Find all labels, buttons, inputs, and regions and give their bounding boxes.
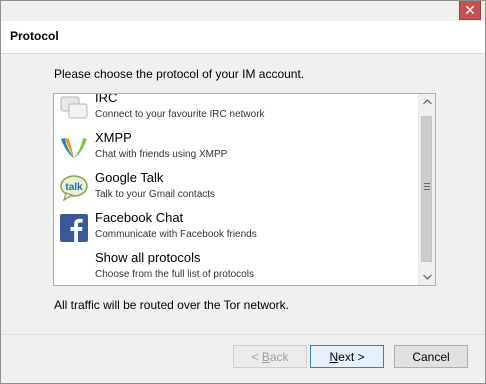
protocol-list[interactable]: IRC Connect to your favourite IRC networ… (53, 93, 436, 286)
protocol-description: Communicate with Facebook friends (95, 229, 257, 240)
list-item-google-talk[interactable]: talk Google Talk Talk to your Gmail cont… (54, 170, 420, 210)
back-accesskey: B (261, 349, 270, 364)
google-talk-icon: talk (60, 175, 88, 202)
scroll-thumb[interactable] (421, 116, 432, 262)
dialog-header: Protocol (1, 21, 485, 54)
protocol-name: Show all protocols (95, 250, 201, 265)
list-item-facebook-chat[interactable]: Facebook Chat Communicate with Facebook … (54, 210, 420, 250)
back-button[interactable]: < Back (233, 345, 307, 368)
next-button[interactable]: Next > (310, 345, 384, 368)
page-title: Protocol (10, 29, 59, 43)
list-item-xmpp[interactable]: XMPP Chat with friends using XMPP (54, 130, 420, 170)
next-label-rest: ext > (338, 349, 365, 364)
cancel-button[interactable]: Cancel (394, 345, 468, 368)
protocol-name: Facebook Chat (95, 210, 184, 225)
svg-text:talk: talk (65, 182, 83, 193)
chevron-down-icon (422, 274, 432, 280)
protocol-description: Choose from the full list of protocols (95, 269, 254, 280)
irc-icon (60, 96, 88, 119)
grip-icon (424, 183, 430, 192)
list-item-irc[interactable]: IRC Connect to your favourite IRC networ… (54, 93, 420, 130)
close-button[interactable]: ✕ (459, 1, 481, 20)
chevron-up-icon (422, 99, 432, 105)
back-label-rest: ack (269, 349, 289, 364)
cancel-label: Cancel (412, 349, 450, 364)
scroll-up-button[interactable] (419, 94, 435, 110)
protocol-dialog: ✕ Protocol Please choose the protocol of… (0, 0, 486, 384)
close-icon: ✕ (464, 1, 476, 18)
protocol-description: Talk to your Gmail contacts (95, 189, 216, 200)
protocol-description: Chat with friends using XMPP (95, 149, 228, 160)
protocol-name: Google Talk (95, 170, 164, 185)
back-prefix: < (251, 349, 262, 364)
facebook-icon (60, 214, 88, 242)
divider (1, 334, 485, 335)
scroll-down-button[interactable] (419, 269, 435, 285)
protocol-description: Connect to your favourite IRC network (95, 109, 265, 120)
protocol-name: IRC (95, 93, 118, 105)
list-scrollbar[interactable] (418, 94, 435, 285)
protocol-name: XMPP (95, 130, 132, 145)
xmpp-icon (61, 138, 87, 158)
tor-notice: All traffic will be routed over the Tor … (54, 298, 289, 312)
list-item-show-all[interactable]: Show all protocols Choose from the full … (54, 250, 420, 285)
instruction-text: Please choose the protocol of your IM ac… (54, 67, 305, 81)
next-accesskey: N (329, 349, 339, 364)
